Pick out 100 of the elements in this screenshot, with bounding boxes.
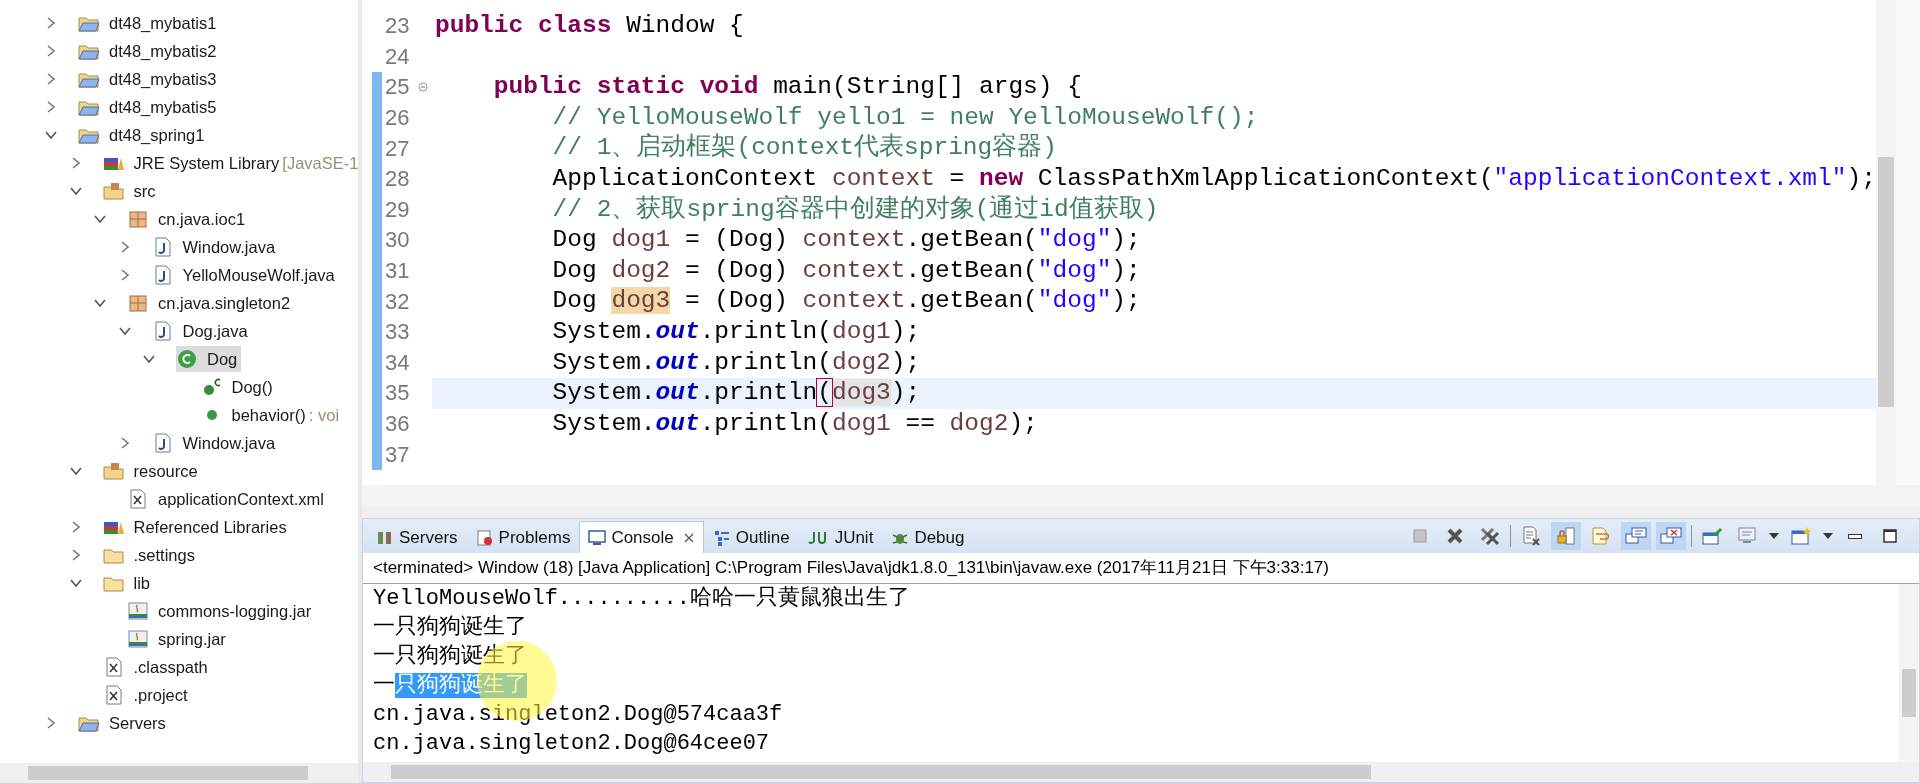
code-line: // YelloMouseWolf yello1 = new YelloMouseWolf();: [551, 103, 1259, 131]
console-line: 一只狗狗诞生了: [373, 672, 528, 700]
line-number: 29: [385, 196, 411, 223]
outline-icon: [712, 528, 731, 547]
line-number: 37: [385, 441, 411, 468]
tree-label: Servers: [109, 713, 166, 733]
tree-item[interactable]: dt48_mybatis5: [78, 94, 221, 120]
clear-document-icon: [1521, 526, 1541, 546]
class-icon: [176, 349, 198, 369]
line-number: 30: [385, 227, 411, 254]
tree-item[interactable]: .settings: [102, 542, 199, 568]
line-number: 26: [385, 105, 411, 132]
tree-decoration: [JavaSE-1: [282, 153, 358, 173]
tree-item[interactable]: src: [102, 178, 160, 204]
view-tab[interactable]: Problems: [466, 521, 580, 553]
console-line: cn.java.singleton2.Dog@574caa3f: [373, 701, 784, 729]
line-number: 34: [385, 349, 411, 376]
line-number: 24: [385, 43, 411, 70]
tree-item[interactable]: dt48_spring1: [78, 122, 209, 148]
code-line: System.out.println(dog1 == dog2);: [551, 409, 1038, 437]
tree-label: spring.jar: [158, 629, 226, 649]
tree-item[interactable]: Window.java: [151, 234, 280, 260]
code-line: // 2、获取spring容器中创建的对象(通过id值获取): [551, 195, 1159, 223]
tree-label: Dog(): [231, 377, 273, 397]
tree-label: dt48_mybatis5: [109, 97, 217, 117]
tree-item[interactable]: spring.jar: [127, 626, 230, 652]
double-cross-icon: [1479, 526, 1501, 546]
stop-icon: [1412, 528, 1428, 544]
scrollbar[interactable]: [1899, 584, 1919, 762]
console-line: YelloMouseWolf..........哈哈一只黄鼠狼出生了: [373, 585, 911, 613]
tree-label: src: [133, 181, 156, 201]
console-line: 一只狗狗诞生了: [373, 614, 528, 642]
cross-icon: [1445, 526, 1465, 546]
jar-file-icon: [127, 629, 149, 649]
console-error-icon: [1660, 526, 1682, 546]
maximize-icon: [1881, 527, 1899, 545]
tree-item[interactable]: behavior() : voi: [200, 402, 344, 428]
scrollbar[interactable]: [1876, 0, 1896, 485]
tree-label: Window.java: [182, 433, 276, 453]
line-number: 27: [385, 135, 411, 162]
tree-label: Window.java: [182, 237, 276, 257]
tree-item[interactable]: .project: [102, 682, 192, 708]
console-status: <terminated> Window (18) [Java Application] C:\Program Files\Java\jdk1.8.0_131\bin\javaw.exe (2017年11月21日 下午3:33:17): [363, 553, 1919, 584]
tree-item[interactable]: applicationContext.xml: [127, 486, 328, 512]
tree-label: .settings: [133, 545, 195, 565]
view-tab[interactable]: Debug: [882, 521, 974, 553]
tree-label: .project: [133, 685, 188, 705]
view-tab[interactable]: JUnit: [798, 521, 883, 553]
tree-label: dt48_mybatis3: [109, 69, 217, 89]
package-folder-icon: [102, 461, 125, 481]
tree-decoration: : voi: [308, 405, 340, 425]
code-line: System.out.println(dog1);: [551, 317, 921, 345]
fold-icon: [418, 82, 428, 93]
tree-item[interactable]: .classpath: [102, 654, 212, 680]
console-line: cn.java.singleton2.Dog@64cee07: [373, 730, 771, 758]
tree-label: commons-logging.jar: [158, 601, 312, 621]
line-number: 33: [385, 319, 411, 346]
tree-label: JRE System Library: [133, 153, 280, 173]
view-tab[interactable]: Outline: [703, 521, 799, 553]
tree-item[interactable]: commons-logging.jar: [127, 598, 316, 624]
tree-label: dt48_mybatis1: [109, 13, 217, 33]
line-number: 31: [385, 258, 411, 285]
code-line: public static void main(String[] args) {: [492, 73, 1082, 101]
tree-label: dt48_spring1: [109, 125, 205, 145]
tree-label: lib: [133, 573, 150, 593]
tree-label: Dog: [207, 349, 238, 369]
tree-item[interactable]: Dog: [176, 346, 242, 372]
tree-item[interactable]: Window.java: [151, 430, 280, 456]
tree-item[interactable]: Dog(): [200, 374, 277, 400]
tree-item[interactable]: resource: [102, 458, 202, 484]
scrollbar[interactable]: [0, 763, 358, 783]
tree-item[interactable]: lib: [102, 570, 154, 596]
tree-item[interactable]: cn.java.ioc1: [127, 206, 250, 232]
minimize-icon: [1848, 533, 1862, 539]
tree-item[interactable]: dt48_mybatis1: [78, 10, 221, 36]
tree-label: cn.java.singleton2: [158, 293, 291, 313]
tree-item[interactable]: cn.java.singleton2: [127, 290, 295, 316]
view-tab[interactable]: Servers: [367, 521, 467, 553]
scroll-lock-icon: [1556, 526, 1576, 546]
tree-item[interactable]: JRE System Library [JavaSE-1: [102, 150, 358, 176]
console-message-icon: [1625, 526, 1647, 546]
view-tab[interactable]: Console: [579, 521, 704, 553]
scrollbar[interactable]: [363, 762, 1919, 782]
tree-item[interactable]: dt48_mybatis2: [78, 38, 221, 64]
xml-file-icon: [127, 489, 149, 509]
tree-label: Referenced Libraries: [133, 517, 287, 537]
tree-item[interactable]: YelloMouseWolf.java: [151, 262, 339, 288]
tree-label: Dog.java: [182, 321, 248, 341]
tree-item[interactable]: Referenced Libraries: [102, 514, 291, 540]
tree-label: cn.java.ioc1: [158, 209, 246, 229]
package-icon: [127, 293, 149, 313]
package-folder-icon: [102, 181, 125, 201]
tree-label: .classpath: [133, 657, 208, 677]
tree-item[interactable]: Dog.java: [151, 318, 252, 344]
tree-item[interactable]: dt48_mybatis3: [78, 66, 221, 92]
word-wrap-icon: [1591, 526, 1611, 546]
tree-item[interactable]: Servers: [78, 710, 170, 736]
monitor-icon: [1737, 526, 1757, 546]
code-line: System.out.println(dog3);: [551, 379, 921, 407]
line-number: 35: [385, 380, 411, 407]
